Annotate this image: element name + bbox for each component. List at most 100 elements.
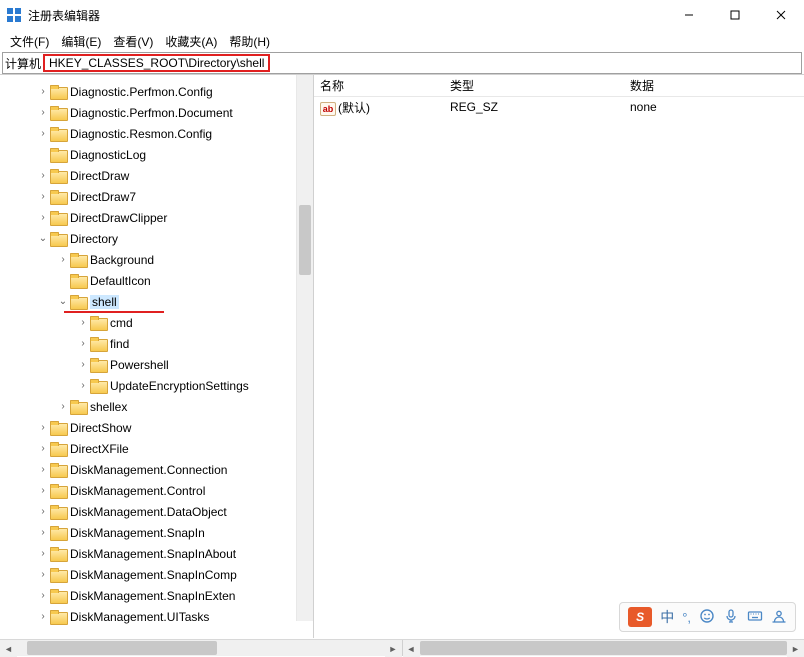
scrollbar-thumb[interactable] xyxy=(299,205,311,275)
menu-view[interactable]: 查看(V) xyxy=(109,31,157,52)
chevron-right-icon[interactable]: › xyxy=(76,338,90,349)
ime-language[interactable]: 中 xyxy=(660,607,674,627)
tree-scrollbar-vertical[interactable] xyxy=(296,75,313,621)
tree-node[interactable]: ›DiskManagement.SnapIn xyxy=(8,522,313,543)
col-data[interactable]: 数据 xyxy=(624,77,804,94)
ime-punct-icon[interactable]: °, xyxy=(682,610,691,625)
tree-label: Diagnostic.Perfmon.Document xyxy=(70,106,233,120)
folder-icon xyxy=(50,211,66,225)
chevron-right-icon[interactable]: › xyxy=(36,527,50,538)
tree-node[interactable]: ⌄Directory xyxy=(8,228,313,249)
tree-node[interactable]: ⌄shell xyxy=(8,291,313,312)
ime-smiley-icon[interactable] xyxy=(699,608,715,627)
scroll-thumb-left[interactable] xyxy=(27,641,217,655)
chevron-right-icon[interactable]: › xyxy=(36,191,50,202)
scroll-track-left[interactable] xyxy=(17,640,385,656)
addressbar-path-highlight: HKEY_CLASSES_ROOT\Directory\shell xyxy=(43,54,270,72)
close-button[interactable] xyxy=(758,0,804,30)
folder-icon xyxy=(50,463,66,477)
chevron-right-icon[interactable]: › xyxy=(56,254,70,265)
tree-label: DiskManagement.Connection xyxy=(70,463,227,477)
tree-node[interactable]: ›DiskManagement.SnapInComp xyxy=(8,564,313,585)
scroll-right-arrow[interactable]: ► xyxy=(385,640,402,657)
chevron-right-icon[interactable]: › xyxy=(36,485,50,496)
folder-icon xyxy=(70,253,86,267)
chevron-right-icon[interactable]: › xyxy=(36,128,50,139)
chevron-right-icon[interactable]: › xyxy=(36,506,50,517)
tree-node[interactable]: › DiskManagement.SnapInExten xyxy=(8,585,313,606)
folder-icon xyxy=(90,316,106,330)
menu-favorites[interactable]: 收藏夹(A) xyxy=(161,31,221,52)
chevron-right-icon[interactable]: › xyxy=(36,548,50,559)
menu-help[interactable]: 帮助(H) xyxy=(225,31,274,52)
chevron-right-icon[interactable]: › xyxy=(36,611,50,622)
tree-node[interactable]: ·DiagnosticLog xyxy=(8,144,313,165)
list-body: ab(默认)REG_SZnone xyxy=(314,97,804,117)
scroll-right-arrow-right-pane[interactable]: ► xyxy=(787,640,804,657)
col-name[interactable]: 名称 xyxy=(314,77,444,94)
chevron-right-icon[interactable]: › xyxy=(36,107,50,118)
tree-node[interactable]: › DiskManagement.DataObject xyxy=(8,501,313,522)
tree-node[interactable]: ›DirectShow xyxy=(8,417,313,438)
chevron-right-icon[interactable]: › xyxy=(36,464,50,475)
scroll-thumb-right[interactable] xyxy=(420,641,788,655)
chevron-right-icon[interactable]: › xyxy=(36,590,50,601)
tree-node[interactable]: ›DirectDraw xyxy=(8,165,313,186)
ime-toolbar[interactable]: S 中 °, xyxy=(619,602,796,632)
list-row[interactable]: ab(默认)REG_SZnone xyxy=(314,97,804,117)
tree-label: cmd xyxy=(110,316,133,330)
window-title: 注册表编辑器 xyxy=(28,7,666,24)
tree-node[interactable]: ›DirectDrawClipper xyxy=(8,207,313,228)
menu-edit[interactable]: 编辑(E) xyxy=(57,31,105,52)
chevron-right-icon[interactable]: › xyxy=(36,170,50,181)
ime-keyboard-icon[interactable] xyxy=(747,608,763,627)
tree-node[interactable]: ›DiskManagement.SnapInAbout xyxy=(8,543,313,564)
tree-label: shellex xyxy=(90,400,127,414)
chevron-right-icon[interactable]: › xyxy=(36,86,50,97)
chevron-right-icon[interactable]: › xyxy=(76,317,90,328)
addressbar[interactable]: 计算机 HKEY_CLASSES_ROOT\Directory\shell xyxy=(2,52,802,74)
chevron-right-icon[interactable]: › xyxy=(76,380,90,391)
scroll-left-arrow-right-pane[interactable]: ◄ xyxy=(403,640,420,657)
folder-icon xyxy=(50,148,66,162)
tree-node[interactable]: ›Diagnostic.Resmon.Config xyxy=(8,123,313,144)
scroll-track-right[interactable] xyxy=(420,640,788,656)
tree-node[interactable]: ›Diagnostic.Perfmon.Config xyxy=(8,81,313,102)
folder-icon xyxy=(50,190,66,204)
minimize-button[interactable] xyxy=(666,0,712,30)
tree-node[interactable]: › DiskManagement.Connection xyxy=(8,459,313,480)
tree-node[interactable]: ›DirectDraw7 xyxy=(8,186,313,207)
maximize-button[interactable] xyxy=(712,0,758,30)
sogou-logo-icon[interactable]: S xyxy=(628,607,652,627)
tree-label: DiskManagement.DataObject xyxy=(70,505,227,519)
chevron-right-icon[interactable]: › xyxy=(76,359,90,370)
chevron-right-icon[interactable]: › xyxy=(36,212,50,223)
ime-mic-icon[interactable] xyxy=(723,608,739,627)
registry-tree[interactable]: ›Diagnostic.Perfmon.Config›Diagnostic.Pe… xyxy=(0,81,313,627)
addressbar-path: HKEY_CLASSES_ROOT\Directory\shell xyxy=(47,56,266,70)
tree-node[interactable]: ›DirectXFile xyxy=(8,438,313,459)
tree-node[interactable]: ›find xyxy=(8,333,313,354)
tree-node[interactable]: ›Powershell xyxy=(8,354,313,375)
tree-node[interactable]: › shellex xyxy=(8,396,313,417)
menu-file[interactable]: 文件(F) xyxy=(6,31,53,52)
chevron-right-icon[interactable]: › xyxy=(36,569,50,580)
chevron-down-icon[interactable]: ⌄ xyxy=(36,233,50,244)
tree-node[interactable]: ·DefaultIcon xyxy=(8,270,313,291)
chevron-right-icon[interactable]: › xyxy=(56,401,70,412)
chevron-right-icon[interactable]: › xyxy=(36,443,50,454)
scrollbar-bottom[interactable]: ◄ ► ◄ ► xyxy=(0,639,804,656)
tree-node[interactable]: ›UpdateEncryptionSettings xyxy=(8,375,313,396)
tree-node[interactable]: › cmd xyxy=(8,312,313,333)
tree-node[interactable]: ›Background xyxy=(8,249,313,270)
scroll-left-arrow[interactable]: ◄ xyxy=(0,640,17,657)
col-type[interactable]: 类型 xyxy=(444,77,624,94)
chevron-right-icon[interactable]: › xyxy=(36,422,50,433)
app-icon xyxy=(6,7,22,23)
chevron-down-icon[interactable]: ⌄ xyxy=(56,296,70,307)
tree-node[interactable]: ›DiskManagement.UITasks xyxy=(8,606,313,627)
tree-label: DiskManagement.SnapInExten xyxy=(70,589,235,603)
tree-node[interactable]: › Diagnostic.Perfmon.Document xyxy=(8,102,313,123)
tree-node[interactable]: ›DiskManagement.Control xyxy=(8,480,313,501)
ime-person-icon[interactable] xyxy=(771,608,787,627)
